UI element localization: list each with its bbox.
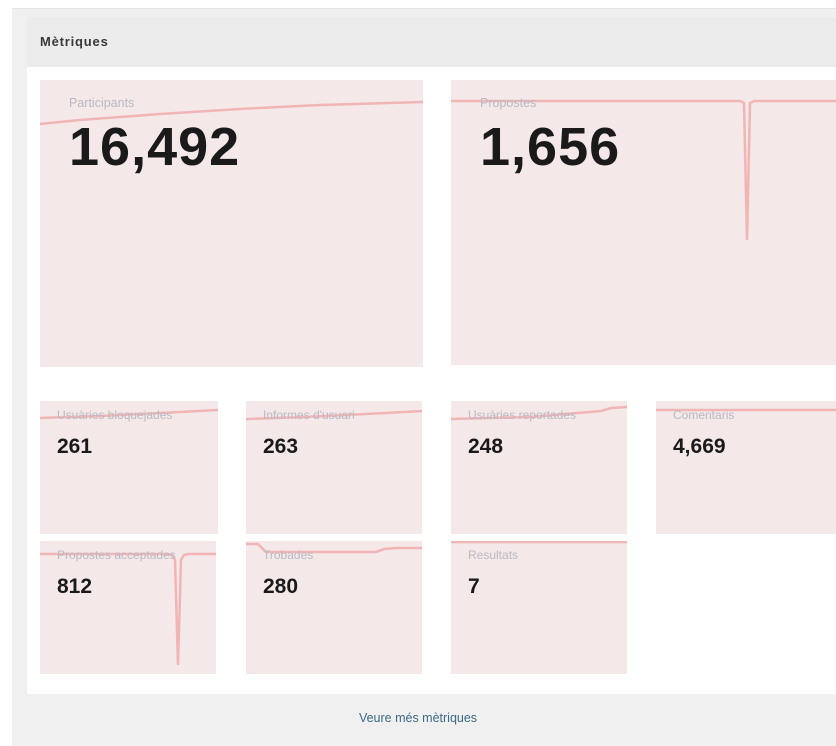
metrics-panel-header — [27, 17, 836, 67]
metric-label: Propostes — [480, 96, 537, 110]
metric-label: Propostes acceptades — [57, 548, 176, 562]
metric-card-accepted-proposals[interactable]: Propostes acceptades 812 — [40, 541, 216, 674]
metric-label: Participants — [69, 96, 135, 110]
metrics-panel-title: Mètriques — [40, 34, 109, 49]
metric-card-blocked-users[interactable]: Usuàries bloquejades 261 — [40, 401, 218, 534]
metric-label: Resultats — [468, 548, 519, 562]
metric-value: 812 — [57, 575, 93, 598]
metric-label: Informes d'usuari — [263, 408, 355, 422]
more-metrics-link[interactable]: Veure més mètriques — [0, 711, 836, 725]
metric-label: Usuàries bloquejades — [57, 408, 173, 422]
metric-card-user-reports[interactable]: Informes d'usuari 263 — [246, 401, 422, 534]
metric-card-reported-users[interactable]: Usuàries reportades 248 — [451, 401, 627, 534]
metric-label: Comentaris — [673, 408, 735, 422]
metric-card-meetings[interactable]: Trobades 280 — [246, 541, 422, 674]
metric-card-results[interactable]: Resultats 7 — [451, 541, 627, 674]
metric-value: 263 — [263, 435, 299, 458]
metric-value: 280 — [263, 575, 299, 598]
metric-value: 4,669 — [673, 435, 726, 458]
metric-value: 7 — [468, 575, 480, 598]
metric-value: 248 — [468, 435, 504, 458]
metric-label: Usuàries reportades — [468, 408, 577, 422]
metric-label: Trobades — [263, 548, 314, 562]
metric-card-propostes[interactable]: Propostes 1,656 — [451, 80, 836, 365]
metric-value: 261 — [57, 435, 93, 458]
metric-card-comments[interactable]: Comentaris 4,669 — [656, 401, 836, 534]
metric-card-participants[interactable]: Participants 16,492 — [40, 80, 423, 367]
metric-value: 1,656 — [480, 117, 621, 177]
metric-value: 16,492 — [69, 117, 241, 177]
